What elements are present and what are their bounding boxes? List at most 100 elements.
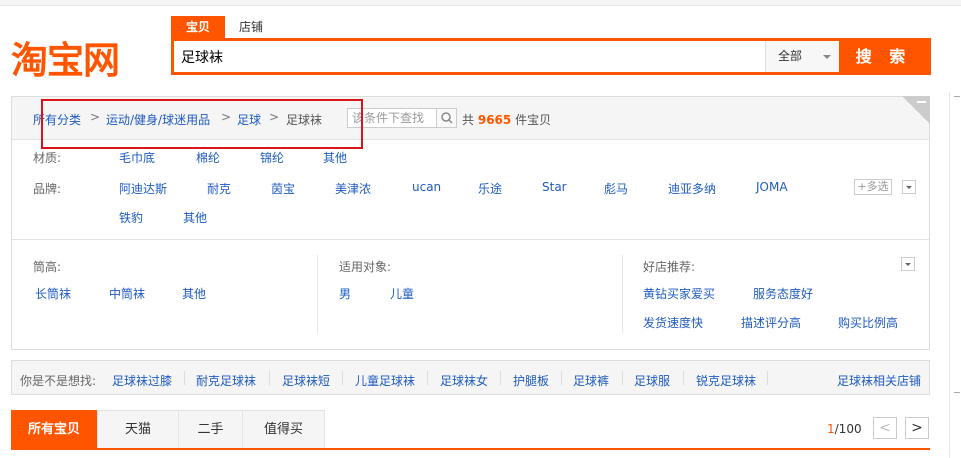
target-value[interactable]: 男 — [339, 285, 351, 302]
category-filter — [347, 108, 457, 128]
chevron-down-icon — [823, 55, 831, 59]
brand-expand-button[interactable] — [902, 180, 916, 194]
brand-value[interactable]: ucan — [412, 180, 441, 194]
suggest-item[interactable]: 护腿板 — [513, 372, 549, 389]
suggest-item[interactable]: 儿童足球袜 — [355, 372, 415, 389]
target-value[interactable]: 儿童 — [390, 285, 414, 302]
top-strip — [0, 0, 961, 6]
breadcrumb-football[interactable]: 足球 — [237, 111, 261, 128]
attr-value[interactable]: 锦纶 — [260, 149, 284, 166]
search-button[interactable]: 搜 索 — [839, 41, 928, 72]
chevron-down-icon — [906, 186, 912, 189]
suggest-bar: 你是不是想找: 足球袜过膝 耐克足球袜 足球袜短 儿童足球袜 足球袜女 护腿板 … — [11, 360, 930, 395]
divider — [622, 371, 623, 385]
filter-search-button[interactable] — [436, 109, 456, 127]
chevron-right-icon: > — [911, 420, 923, 436]
breadcrumb-separator: > — [269, 110, 280, 124]
next-page-button[interactable]: > — [905, 417, 929, 439]
tab-all-items[interactable]: 所有宝贝 — [11, 410, 97, 448]
breadcrumb-all-categories[interactable]: 所有分类 — [33, 111, 81, 128]
search-tab-items[interactable]: 宝贝 — [171, 16, 225, 38]
suggest-item[interactable]: 耐克足球袜 — [196, 372, 256, 389]
attr-label-target: 适用对象: — [339, 260, 392, 274]
attr-label-shops: 好店推荐: — [643, 260, 696, 274]
attr-value[interactable]: 其他 — [323, 149, 347, 166]
multi-select-button[interactable]: +多选 — [854, 179, 892, 195]
breadcrumb-current: 足球袜 — [286, 113, 323, 127]
suggest-item[interactable]: 足球袜短 — [282, 372, 330, 389]
search-tab-shops[interactable]: 店铺 — [230, 16, 272, 38]
suggest-item[interactable]: 锐克足球袜 — [696, 372, 756, 389]
divider — [561, 371, 562, 385]
chevron-left-icon: < — [879, 420, 891, 436]
taobao-logo[interactable]: 淘宝网 — [11, 38, 120, 82]
divider — [184, 371, 185, 385]
divider — [342, 371, 343, 385]
tube-value[interactable]: 中筒袜 — [109, 285, 145, 302]
divider — [269, 371, 270, 385]
divider — [683, 371, 684, 385]
attr-value[interactable]: 毛巾底 — [119, 149, 155, 166]
shop-filter[interactable]: 发货速度快 — [643, 314, 703, 331]
breadcrumb-separator: > — [90, 110, 101, 124]
result-tabs: 所有宝贝 天猫 二手 值得买 1/100 < > — [11, 410, 930, 450]
divider — [622, 255, 623, 333]
divider — [767, 371, 768, 385]
suggest-label: 你是不是想找: — [20, 374, 97, 388]
suggest-item[interactable]: 足球服 — [634, 372, 670, 389]
divider — [427, 371, 428, 385]
brand-value[interactable]: Star — [542, 180, 567, 194]
attr-label-tube: 筒高: — [33, 260, 62, 274]
breadcrumb-sports[interactable]: 运动/健身/球迷用品 — [106, 111, 210, 128]
sidebar-mark — [954, 392, 960, 398]
total-suffix: 件宝贝 — [515, 113, 552, 127]
suggest-item[interactable]: 足球裤 — [573, 372, 609, 389]
shop-filter[interactable]: 购买比例高 — [838, 314, 898, 331]
brand-value[interactable]: 乐途 — [478, 180, 502, 197]
suggest-item[interactable]: 足球袜女 — [440, 372, 488, 389]
search-scope-label: 全部 — [778, 49, 803, 63]
sidebar-mark — [954, 96, 960, 102]
search-icon — [441, 112, 453, 124]
chevron-down-icon — [905, 263, 911, 266]
tab-second-hand[interactable]: 二手 — [178, 410, 243, 448]
attr-label-material: 材质: — [33, 151, 62, 165]
prev-page-button[interactable]: < — [873, 417, 897, 439]
divider — [317, 255, 318, 333]
tube-value[interactable]: 其他 — [182, 285, 206, 302]
shop-filter[interactable]: 服务态度好 — [753, 285, 813, 302]
tab-tmall[interactable]: 天猫 — [97, 410, 179, 448]
breadcrumb: 所有分类 > 运动/健身/球迷用品 > 足球 > 足球袜 共 9665 件宝贝 — [12, 96, 930, 140]
search-scope-select[interactable]: 全部 — [765, 41, 839, 72]
divider — [12, 239, 929, 240]
brand-value[interactable]: 茵宝 — [271, 180, 295, 197]
brand-value[interactable]: 其他 — [183, 209, 207, 226]
result-total: 共 9665 件宝贝 — [462, 111, 551, 128]
brand-value[interactable]: 彪马 — [604, 180, 628, 197]
current-page: 1 — [827, 422, 835, 436]
category-filter-input[interactable] — [348, 109, 436, 127]
tube-value[interactable]: 长筒袜 — [35, 285, 71, 302]
search-bar: 全部 搜 索 — [171, 38, 931, 75]
brand-value[interactable]: JOMA — [756, 180, 788, 194]
brand-value[interactable]: 阿迪达斯 — [119, 180, 167, 197]
filter-panel: 所有分类 > 运动/健身/球迷用品 > 足球 > 足球袜 共 9665 件宝贝 … — [11, 96, 930, 350]
divider — [500, 371, 501, 385]
attr-label-brand: 品牌: — [33, 182, 62, 196]
brand-value[interactable]: 耐克 — [207, 180, 231, 197]
related-shops-link[interactable]: 足球袜相关店铺 — [837, 372, 921, 389]
shop-filter[interactable]: 黄钻买家爱买 — [643, 285, 715, 302]
shop-filter[interactable]: 描述评分高 — [741, 314, 801, 331]
total-count: 9665 — [477, 113, 512, 127]
shops-expand-button[interactable] — [901, 257, 915, 271]
brand-value[interactable]: 迪亚多纳 — [668, 180, 716, 197]
total-prefix: 共 — [462, 113, 475, 127]
search-input[interactable] — [174, 41, 765, 72]
brand-value[interactable]: 铁豹 — [119, 209, 143, 226]
attr-value[interactable]: 棉纶 — [196, 149, 220, 166]
suggest-item[interactable]: 足球袜过膝 — [112, 372, 172, 389]
tab-worth-buying[interactable]: 值得买 — [242, 410, 325, 448]
brand-value[interactable]: 美津浓 — [335, 180, 371, 197]
pager-status: 1/100 — [827, 422, 862, 436]
right-sidebar-edge — [949, 92, 961, 458]
